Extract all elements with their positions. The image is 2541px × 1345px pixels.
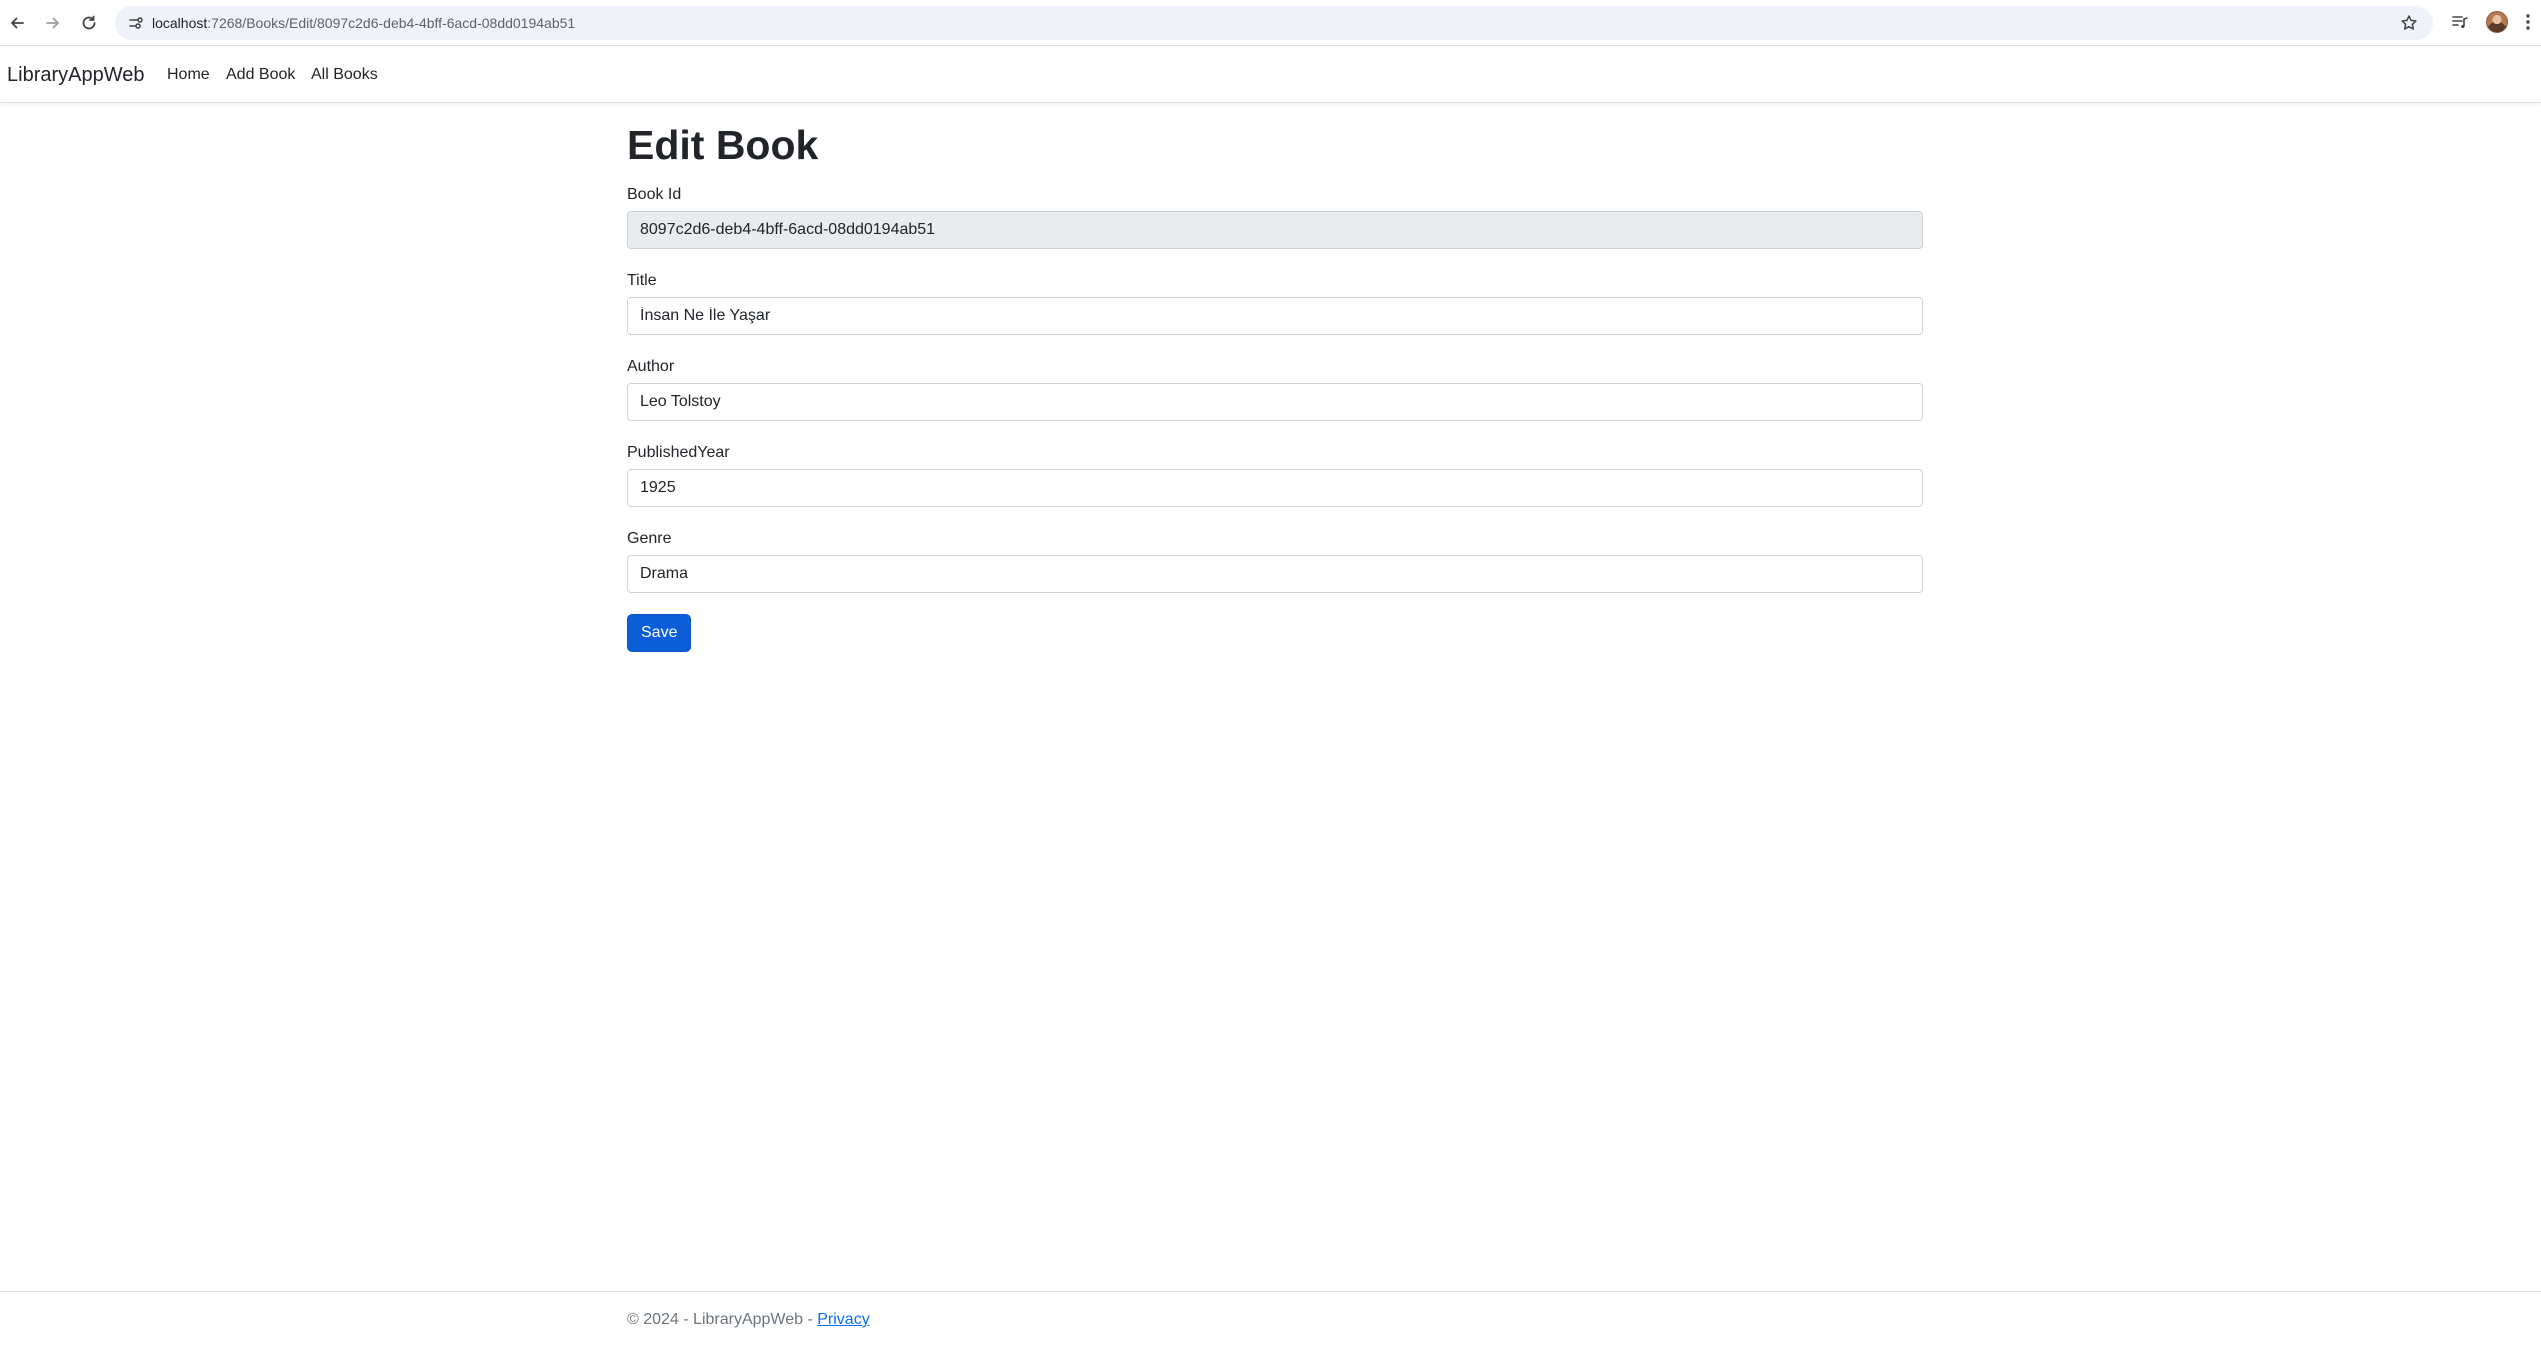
nav-link-home[interactable]: Home [167,47,210,103]
back-arrow-icon[interactable] [4,10,30,36]
form-group-published-year: PublishedYear [627,443,1923,507]
title-label: Title [627,272,657,289]
app-navbar: LibraryAppWeb Home Add Book All Books [0,47,2541,103]
browser-toolbar: localhost:7268/Books/Edit/8097c2d6-deb4-… [0,0,2541,46]
nav-link-add-book[interactable]: Add Book [226,47,295,103]
page-title: Edit Book [627,122,819,168]
title-field[interactable] [627,297,1923,335]
form-group-book-id: Book Id [627,185,1923,249]
form-group-genre: Genre [627,529,1923,593]
published-year-field[interactable] [627,469,1923,507]
url-text[interactable]: localhost:7268/Books/Edit/8097c2d6-deb4-… [152,6,575,40]
footer-text: © 2024 - LibraryAppWeb - Privacy [627,1311,870,1329]
form-group-author: Author [627,357,1923,421]
genre-field[interactable] [627,555,1923,593]
brand-link[interactable]: LibraryAppWeb [7,47,144,103]
footer-copyright: © 2024 - LibraryAppWeb - [627,1311,818,1328]
save-button[interactable]: Save [627,614,692,652]
reload-icon[interactable] [76,10,102,36]
url-host: localhost [152,15,208,31]
footer: © 2024 - LibraryAppWeb - Privacy [0,1291,2541,1345]
nav-link-all-books[interactable]: All Books [311,47,378,103]
bookmark-star-icon[interactable] [2397,11,2421,35]
forward-arrow-icon[interactable] [40,10,66,36]
avatar [2486,11,2508,33]
profile-avatar[interactable] [2483,8,2511,36]
privacy-link[interactable]: Privacy [817,1311,869,1328]
site-info-icon[interactable] [125,12,147,34]
more-vert-icon[interactable] [2518,8,2538,36]
author-label: Author [627,358,675,375]
media-control-icon[interactable] [2446,8,2474,36]
author-field[interactable] [627,383,1923,421]
url-path: :7268/Books/Edit/8097c2d6-deb4-4bff-6acd… [207,15,576,31]
book-id-field[interactable] [627,211,1923,249]
published-year-label: PublishedYear [627,444,730,461]
form-group-title: Title [627,271,1923,335]
genre-label: Genre [627,530,672,547]
address-bar[interactable]: localhost:7268/Books/Edit/8097c2d6-deb4-… [115,6,2433,40]
book-id-label: Book Id [627,186,682,203]
